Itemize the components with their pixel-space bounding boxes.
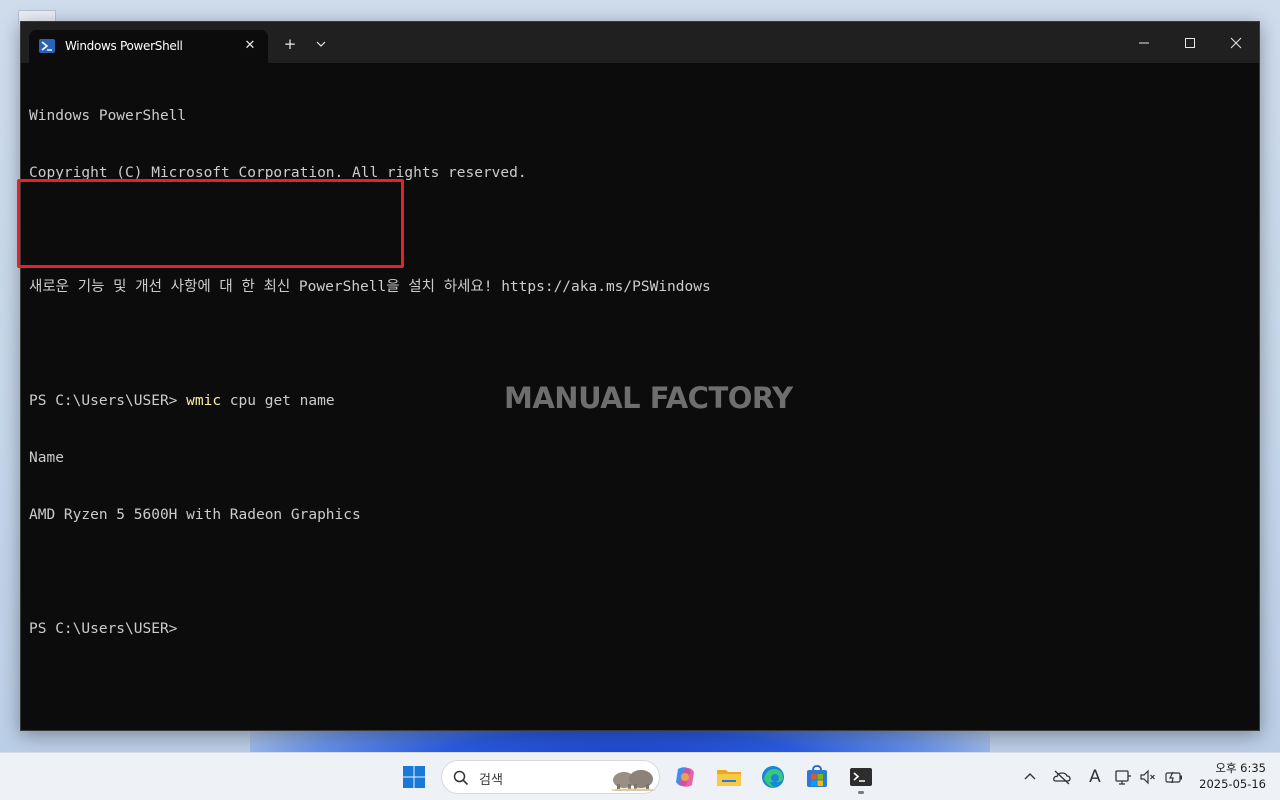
terminal-window: Windows PowerShell ✕ + Windows PowerShel…	[17, 21, 1260, 731]
close-icon	[1230, 37, 1242, 49]
search-icon	[453, 770, 469, 786]
new-tab-button[interactable]: +	[280, 34, 300, 54]
chevron-up-icon[interactable]	[1020, 767, 1040, 787]
ime-indicator[interactable]: A	[1085, 767, 1105, 787]
command-name: wmic	[186, 393, 222, 409]
tab-windows-powershell[interactable]: Windows PowerShell ✕	[29, 30, 268, 63]
system-clock[interactable]: 오후 6:35 2025-05-16	[1194, 760, 1266, 792]
command-args: cpu get name	[221, 393, 335, 409]
running-indicator	[858, 791, 864, 794]
close-tab-icon[interactable]: ✕	[242, 38, 258, 54]
search-input[interactable]: 검색	[441, 760, 660, 794]
highlight-annotation	[17, 179, 404, 268]
search-highlight-image	[611, 770, 655, 791]
clock-date: 2025-05-16	[1199, 777, 1266, 791]
console-line: Windows PowerShell	[29, 108, 187, 124]
edge-icon[interactable]	[757, 761, 789, 793]
minimize-button[interactable]	[1121, 22, 1167, 63]
file-explorer-icon[interactable]	[713, 761, 745, 793]
terminal-icon[interactable]	[845, 761, 877, 794]
tab-title: Windows PowerShell	[65, 39, 183, 53]
current-prompt[interactable]: PS C:\Users\USER>	[29, 620, 1249, 639]
start-icon[interactable]	[398, 761, 430, 793]
prompt: PS C:\Users\USER>	[29, 393, 187, 409]
volume-muted-icon[interactable]	[1138, 767, 1158, 787]
maximize-button[interactable]	[1167, 22, 1213, 63]
search-placeholder: 검색	[479, 773, 503, 788]
network-icon[interactable]	[1113, 767, 1133, 787]
console-line: 새로운 기능 및 개선 사항에 대 한 최신 PowerShell을 설치 하세…	[29, 279, 711, 295]
copilot-icon[interactable]	[669, 761, 701, 793]
close-window-button[interactable]	[1213, 22, 1259, 63]
maximize-icon	[1185, 38, 1195, 48]
chevron-down-icon[interactable]	[311, 34, 331, 54]
watermark: MANUAL FACTORY	[504, 381, 793, 415]
taskbar: 검색 A 오후 6:35 2025-05-16	[0, 752, 1280, 800]
store-icon[interactable]	[801, 761, 833, 793]
title-bar[interactable]: Windows PowerShell ✕ +	[21, 22, 1259, 63]
minimize-icon	[1139, 42, 1149, 44]
console-line: AMD Ryzen 5 5600H with Radeon Graphics	[29, 507, 361, 523]
battery-charging-icon[interactable]	[1164, 767, 1184, 787]
clock-time: 오후 6:35	[1215, 761, 1266, 775]
console-line: Name	[29, 450, 64, 466]
onedrive-icon[interactable]	[1052, 767, 1072, 787]
powershell-icon	[39, 39, 55, 53]
